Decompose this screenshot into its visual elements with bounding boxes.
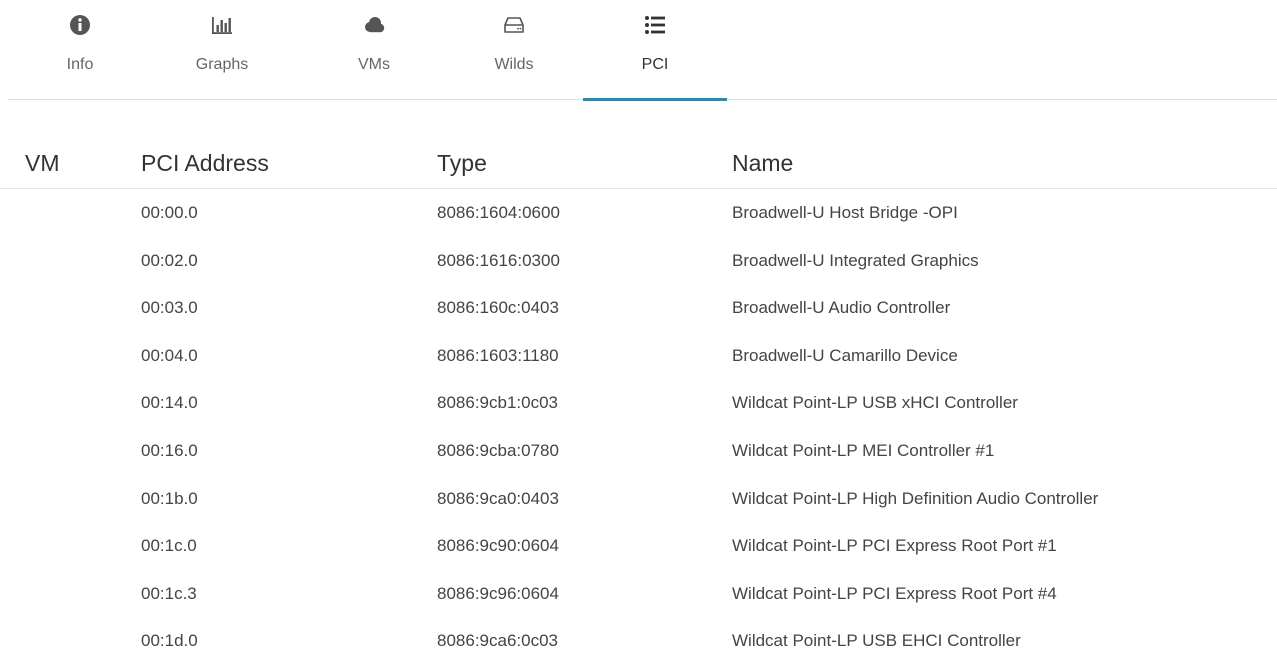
tab-wilds-label: Wilds [494, 56, 534, 73]
cell-pci-address: 00:14.0 [141, 393, 198, 413]
cell-name: Wildcat Point-LP PCI Express Root Port #… [732, 536, 1057, 556]
column-header-vm[interactable]: VM [25, 150, 60, 177]
cell-name: Wildcat Point-LP USB xHCI Controller [732, 393, 1018, 413]
cell-type: 8086:9cb1:0c03 [437, 393, 558, 413]
tab-bar: Info Graphs VMs Wilds PCI [8, 0, 1277, 101]
cell-type: 8086:1604:0600 [437, 203, 560, 222]
tab-vms[interactable]: VMs [342, 0, 406, 99]
table-row[interactable]: 00:00.0 8086:1604:0600 Broadwell-U Host … [0, 189, 1277, 237]
list-icon [643, 13, 667, 37]
cell-pci-address: 00:1c.0 [141, 536, 197, 556]
cell-name: Broadwell-U Host Bridge -OPI [732, 203, 958, 222]
cell-type: 8086:9ca6:0c03 [437, 631, 558, 651]
tab-info[interactable]: Info [50, 0, 110, 99]
column-header-type[interactable]: Type [437, 150, 487, 177]
table-row[interactable]: 00:04.0 8086:1603:1180 Broadwell-U Camar… [0, 332, 1277, 380]
cell-type: 8086:9c96:0604 [437, 583, 559, 603]
table-row[interactable]: 00:14.0 8086:9cb1:0c03 Wildcat Point-LP … [0, 379, 1277, 427]
table-row[interactable]: 00:1c.0 8086:9c90:0604 Wildcat Point-LP … [0, 522, 1277, 570]
cell-name: Broadwell-U Audio Controller [732, 298, 951, 318]
column-header-name[interactable]: Name [732, 150, 793, 177]
table-body: 00:00.0 8086:1604:0600 Broadwell-U Host … [0, 189, 1277, 665]
info-circle-icon [68, 13, 92, 37]
pci-table: VM PCI Address Type Name 00:00.0 8086:16… [0, 140, 1277, 665]
tab-pci-label: PCI [641, 56, 669, 73]
table-row[interactable]: 00:1b.0 8086:9ca0:0403 Wildcat Point-LP … [0, 475, 1277, 523]
table-header: VM PCI Address Type Name [0, 140, 1277, 189]
cell-type: 8086:9c90:0604 [437, 536, 559, 556]
cell-pci-address: 00:1d.0 [141, 631, 198, 651]
cell-name: Wildcat Point-LP High Definition Audio C… [732, 488, 1099, 508]
table-row[interactable]: 00:1c.3 8086:9c96:0604 Wildcat Point-LP … [0, 570, 1277, 618]
cell-name: Broadwell-U Camarillo Device [732, 345, 958, 365]
cell-pci-address: 00:02.0 [141, 250, 198, 270]
cell-name: Broadwell-U Integrated Graphics [732, 250, 979, 270]
table-row[interactable]: 00:16.0 8086:9cba:0780 Wildcat Point-LP … [0, 427, 1277, 475]
tab-graphs-label: Graphs [195, 56, 249, 73]
table-row[interactable]: 00:1d.0 8086:9ca6:0c03 Wildcat Point-LP … [0, 617, 1277, 665]
cell-name: Wildcat Point-LP PCI Express Root Port #… [732, 583, 1057, 603]
cell-name: Wildcat Point-LP MEI Controller #1 [732, 440, 995, 460]
cell-pci-address: 00:1b.0 [141, 488, 198, 508]
table-row[interactable]: 00:03.0 8086:160c:0403 Broadwell-U Audio… [0, 284, 1277, 332]
cell-pci-address: 00:03.0 [141, 298, 198, 318]
cell-name: Wildcat Point-LP USB EHCI Controller [732, 631, 1021, 651]
column-header-pci-address[interactable]: PCI Address [141, 150, 269, 177]
cell-pci-address: 00:00.0 [141, 203, 198, 222]
bar-chart-icon [210, 13, 234, 37]
tab-pci[interactable]: PCI [583, 0, 727, 101]
table-row[interactable]: 00:02.0 8086:1616:0300 Broadwell-U Integ… [0, 237, 1277, 285]
cell-pci-address: 00:16.0 [141, 440, 198, 460]
cell-pci-address: 00:1c.3 [141, 583, 197, 603]
tab-vms-label: VMs [358, 56, 390, 73]
tab-info-label: Info [66, 56, 94, 73]
cell-pci-address: 00:04.0 [141, 345, 198, 365]
cell-type: 8086:1603:1180 [437, 345, 559, 365]
cell-type: 8086:9ca0:0403 [437, 488, 559, 508]
hard-drive-icon [502, 13, 526, 37]
tab-graphs[interactable]: Graphs [182, 0, 262, 99]
cloud-icon [362, 13, 386, 37]
cell-type: 8086:160c:0403 [437, 298, 559, 318]
tab-wilds[interactable]: Wilds [474, 0, 554, 99]
cell-type: 8086:9cba:0780 [437, 440, 559, 460]
cell-type: 8086:1616:0300 [437, 250, 560, 270]
